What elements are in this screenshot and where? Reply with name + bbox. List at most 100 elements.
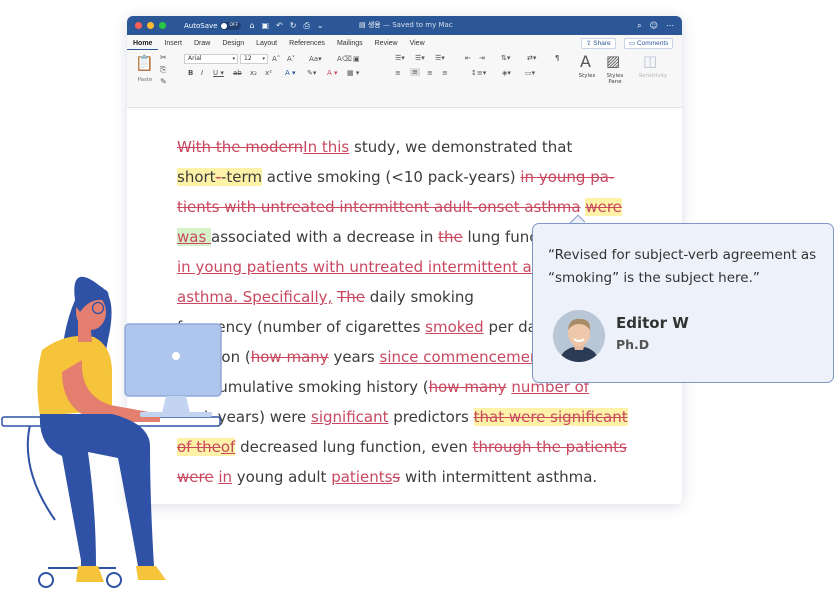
tab-insert[interactable]: Insert	[158, 40, 188, 50]
increase-indent-icon[interactable]: ⇥	[479, 54, 485, 62]
clear-formatting-icon[interactable]: A⌫	[337, 55, 352, 63]
grow-font-icon[interactable]: A˄	[272, 55, 280, 63]
comments-label: Comments	[636, 40, 669, 47]
borders-icon[interactable]: ▭▾	[525, 69, 535, 77]
tab-draw[interactable]: Draw	[188, 40, 216, 50]
search-icon[interactable]: ⌕	[637, 21, 641, 31]
italic-button[interactable]: I	[201, 69, 203, 77]
copy-icon[interactable]: ⎘	[160, 65, 166, 75]
print-icon[interactable]: ⎙	[303, 21, 309, 31]
tab-mailings[interactable]: Mailings	[331, 40, 369, 50]
body-text: associated with a decrease in	[211, 228, 439, 246]
deleted-text: how many	[250, 348, 329, 366]
account-icon[interactable]: ☺	[650, 21, 658, 30]
paste-icon[interactable]: 📋	[135, 54, 154, 72]
change-case-icon[interactable]: Aa▾	[309, 55, 322, 63]
inserted-text: since commencement	[379, 348, 546, 366]
editor-degree: Ph.D	[616, 337, 650, 352]
numbering-icon[interactable]: ☰▾	[415, 54, 425, 62]
body-text: decreased lung function, even	[235, 438, 473, 456]
font-name-select[interactable]: Arial	[184, 54, 238, 64]
stool-illustration	[26, 424, 122, 588]
autosave-label: AutoSave	[184, 21, 218, 30]
inserted-text: in	[218, 468, 233, 486]
undo-icon[interactable]: ↶	[276, 21, 283, 31]
save-icon[interactable]: ▣	[262, 21, 270, 31]
tab-home[interactable]: Home	[127, 40, 159, 50]
deleted-text: how many	[428, 378, 507, 396]
body-text: duration (	[177, 348, 251, 366]
show-formatting-icon[interactable]: ⇄▾	[527, 54, 536, 62]
stool-back	[26, 424, 56, 521]
customize-toolbar-icon[interactable]: ⌄	[317, 21, 324, 31]
avatar	[553, 310, 605, 362]
sensitivity-icon[interactable]: ◫	[643, 52, 657, 70]
underline-button[interactable]: U ▾	[213, 69, 224, 77]
superscript-button[interactable]: x²	[265, 69, 272, 77]
maximize-window-button[interactable]	[159, 22, 166, 29]
close-window-button[interactable]	[135, 22, 142, 29]
font-color-icon[interactable]: A ▾	[327, 69, 338, 77]
bullets-icon[interactable]: ☰▾	[395, 54, 405, 62]
highlighted-text: short	[177, 168, 216, 186]
tab-design[interactable]: Design	[216, 40, 250, 50]
multilevel-list-icon[interactable]: ☰▾	[435, 54, 445, 62]
autosave-switch[interactable]: OFF	[220, 21, 242, 30]
document-line: short--term active smoking (<10 pack-yea…	[177, 162, 647, 192]
subscript-button[interactable]: x₂	[250, 69, 257, 77]
minimize-window-button[interactable]	[147, 22, 154, 29]
styles-label: Styles	[578, 73, 596, 79]
title-bar: AutoSave OFF ⌂ ▣ ↶ ↻ ⎙ ⌄ ▤ 생용 — Saved to…	[127, 16, 682, 35]
styles-pane-icon[interactable]: ▨	[606, 52, 620, 70]
comment-text: “Revised for subject-verb agreement as “…	[548, 247, 817, 286]
document-title: ▤ 생용 — Saved to my Mac	[359, 16, 453, 35]
cut-icon[interactable]: ✂	[160, 53, 167, 62]
bold-button[interactable]: B	[188, 69, 193, 77]
deleted-text: tients with untreated intermittent adult…	[177, 198, 581, 216]
line-spacing-icon[interactable]: ↕≡▾	[471, 69, 486, 77]
tab-references[interactable]: References	[283, 40, 331, 50]
highlight-color-icon[interactable]: ✎▾	[307, 69, 316, 77]
paste-label: Paste	[137, 77, 153, 83]
font-size-select[interactable]: 12	[240, 54, 268, 64]
tab-view[interactable]: View	[404, 40, 431, 50]
editor-comment[interactable]: “Revised for subject-verb agreement as “…	[532, 223, 834, 383]
share-button[interactable]: ⇪ Share	[581, 38, 616, 49]
hair-front	[76, 288, 109, 312]
editor-avatar-icon	[553, 310, 605, 362]
sort-icon[interactable]: ⇅▾	[501, 54, 510, 62]
pilcrow-icon[interactable]: ¶	[555, 54, 559, 62]
neck	[78, 320, 92, 342]
format-painter-icon[interactable]: ✎	[160, 77, 167, 86]
align-left-icon[interactable]: ≡	[395, 69, 401, 77]
tab-review[interactable]: Review	[369, 40, 404, 50]
character-shading-icon[interactable]: ▦ ▾	[347, 69, 359, 77]
autosave-state: OFF	[229, 22, 239, 28]
font-size-value: 12	[244, 55, 252, 62]
text-effects-icon[interactable]: ▣	[353, 55, 360, 63]
redo-icon[interactable]: ↻	[290, 21, 297, 31]
align-right-icon[interactable]: ≡	[427, 69, 433, 77]
right-shoe	[136, 566, 166, 580]
sensitivity-label: Sensitivity	[638, 73, 668, 79]
tab-layout[interactable]: Layout	[250, 40, 283, 50]
justify-icon[interactable]: ≡	[442, 69, 448, 77]
strikethrough-button[interactable]: ab	[233, 69, 242, 77]
decrease-indent-icon[interactable]: ⇤	[465, 54, 471, 62]
text-effect-color-icon[interactable]: A ▾	[285, 69, 296, 77]
share-label: Share	[593, 40, 611, 47]
highlighted-deleted-text: that were significant	[473, 408, 628, 426]
more-icon[interactable]: ⋯	[666, 21, 674, 30]
align-center-icon[interactable]: ≡	[410, 68, 420, 76]
inserted-text: significant	[311, 408, 389, 426]
autosave-toggle[interactable]: AutoSave OFF	[184, 21, 242, 30]
comment-pointer	[569, 208, 585, 224]
shading-icon[interactable]: ◈▾	[502, 69, 511, 77]
highlighted-inserted-text: of	[220, 438, 236, 456]
shrink-font-icon[interactable]: A˅	[287, 55, 295, 63]
comments-button[interactable]: ▭ Comments	[624, 38, 674, 49]
home-icon[interactable]: ⌂	[249, 21, 254, 31]
body-text: frequency (number of cigarettes	[177, 318, 426, 336]
highlighted-inserted-text: was	[177, 228, 212, 246]
styles-icon[interactable]: A	[580, 52, 591, 71]
